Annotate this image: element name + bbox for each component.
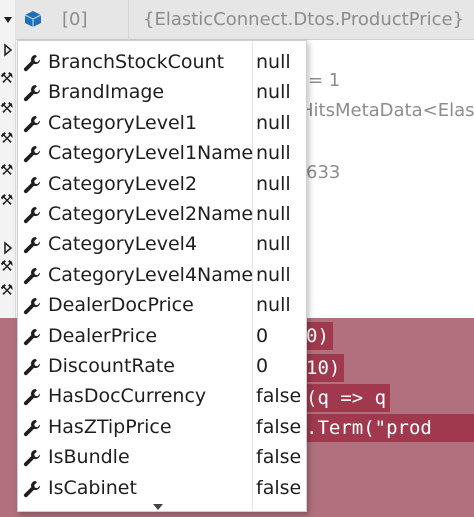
member-name: HasZTipPrice <box>48 415 172 438</box>
datatip-header-row[interactable]: [0] {ElasticConnect.Dtos.ProductPrice} <box>16 0 474 40</box>
bg-text-number: 633 <box>306 162 341 183</box>
member-name: DiscountRate <box>48 355 175 377</box>
member-row[interactable]: CategoryLevel2Name null <box>18 199 306 229</box>
member-name: CategoryLevel1 <box>48 111 198 134</box>
wrench-icon <box>22 296 42 316</box>
member-name: CategoryLevel2Name <box>48 203 254 225</box>
member-row[interactable]: CategoryLevel1Name null <box>18 138 306 168</box>
wrench-icon: ⚒ <box>0 161 14 179</box>
member-name: DealerDocPrice <box>48 294 194 317</box>
member-row[interactable]: IsCabinet false <box>18 473 306 503</box>
wrench-icon <box>22 114 42 134</box>
member-value: false <box>256 476 302 499</box>
member-row[interactable]: IsBundle false <box>18 442 306 472</box>
member-value: false <box>256 446 302 469</box>
member-name: DealerPrice <box>48 324 158 347</box>
wrench-icon: ⚒ <box>0 257 14 275</box>
wrench-icon <box>22 144 42 164</box>
member-row[interactable]: BranchStockCount null <box>18 47 306 77</box>
wrench-icon <box>22 448 42 468</box>
wrench-icon <box>22 357 42 377</box>
wrench-icon <box>22 53 42 73</box>
datatip-member-list[interactable]: BranchStockCount null BrandImage null Catego… <box>17 40 307 512</box>
member-value: null <box>256 294 291 317</box>
wrench-icon <box>22 205 42 225</box>
datatip-index: [0] <box>62 9 88 30</box>
bg-text-assignment: = 1 <box>308 70 341 91</box>
wrench-icon: ⚒ <box>0 99 14 117</box>
wrench-icon <box>22 387 42 407</box>
collapse-arrow-icon[interactable] <box>1 12 15 28</box>
code-line: (q => q <box>306 384 391 412</box>
wrench-icon <box>22 175 42 195</box>
wrench-icon <box>22 83 42 103</box>
expand-arrow-icon[interactable] <box>1 42 15 58</box>
object-icon <box>24 11 42 27</box>
wrench-icon <box>22 479 42 499</box>
member-row[interactable]: CategoryLevel4 null <box>18 229 306 259</box>
member-row[interactable]: DealerPrice 0 <box>18 321 306 351</box>
member-name: CategoryLevel4 <box>48 233 198 256</box>
scroll-down-icon[interactable] <box>151 503 165 511</box>
member-value: null <box>256 263 291 286</box>
wrench-icon: ⚒ <box>0 129 14 147</box>
member-value: 0 <box>256 324 269 347</box>
member-value: 0 <box>256 355 269 377</box>
member-row[interactable]: CategoryLevel2 null <box>18 169 306 199</box>
member-row[interactable]: DiscountRate 0 <box>18 351 306 381</box>
member-row[interactable]: BrandImage null <box>18 77 306 107</box>
member-name: CategoryLevel2 <box>48 172 198 195</box>
member-name: IsCabinet <box>48 476 137 499</box>
wrench-icon <box>22 418 42 438</box>
member-name: BrandImage <box>48 81 165 104</box>
member-value: false <box>256 385 302 408</box>
wrench-icon <box>22 235 42 255</box>
member-value: null <box>256 142 291 165</box>
code-line: .Term("prod <box>306 414 474 442</box>
wrench-icon: ⚒ <box>0 281 14 299</box>
header-column-divider <box>128 0 129 40</box>
member-row[interactable]: HasZTipPrice false <box>18 412 306 442</box>
member-name: CategoryLevel1Name <box>48 142 254 165</box>
member-row[interactable]: CategoryLevel1 null <box>18 108 306 138</box>
member-row[interactable]: DealerDocPrice null <box>18 290 306 320</box>
member-row[interactable]: CategoryLevel4Name null <box>18 260 306 290</box>
member-name: HasDocCurrency <box>48 385 207 408</box>
wrench-icon <box>22 327 42 347</box>
member-name: CategoryLevel4Name <box>48 263 254 286</box>
wrench-icon: ⚒ <box>0 69 14 87</box>
member-value: null <box>256 233 291 256</box>
code-line: 10) <box>306 354 345 382</box>
wrench-icon <box>22 266 42 286</box>
member-value: null <box>256 111 291 134</box>
member-value: null <box>256 81 291 104</box>
member-name: IsBundle <box>48 446 130 469</box>
expand-arrow-icon[interactable] <box>1 240 15 256</box>
member-name: BranchStockCount <box>48 51 225 73</box>
member-value: null <box>256 172 291 195</box>
member-row[interactable]: HasDocCurrency false <box>18 381 306 411</box>
bg-text-type: HitsMetaData<Elas <box>300 100 474 121</box>
member-value: false <box>256 415 302 438</box>
code-line: 0) <box>306 322 333 350</box>
member-value: null <box>256 51 291 73</box>
member-value: null <box>256 203 291 225</box>
datatip-value: {ElasticConnect.Dtos.ProductPrice} <box>143 9 465 30</box>
wrench-icon: ⚒ <box>0 191 14 209</box>
